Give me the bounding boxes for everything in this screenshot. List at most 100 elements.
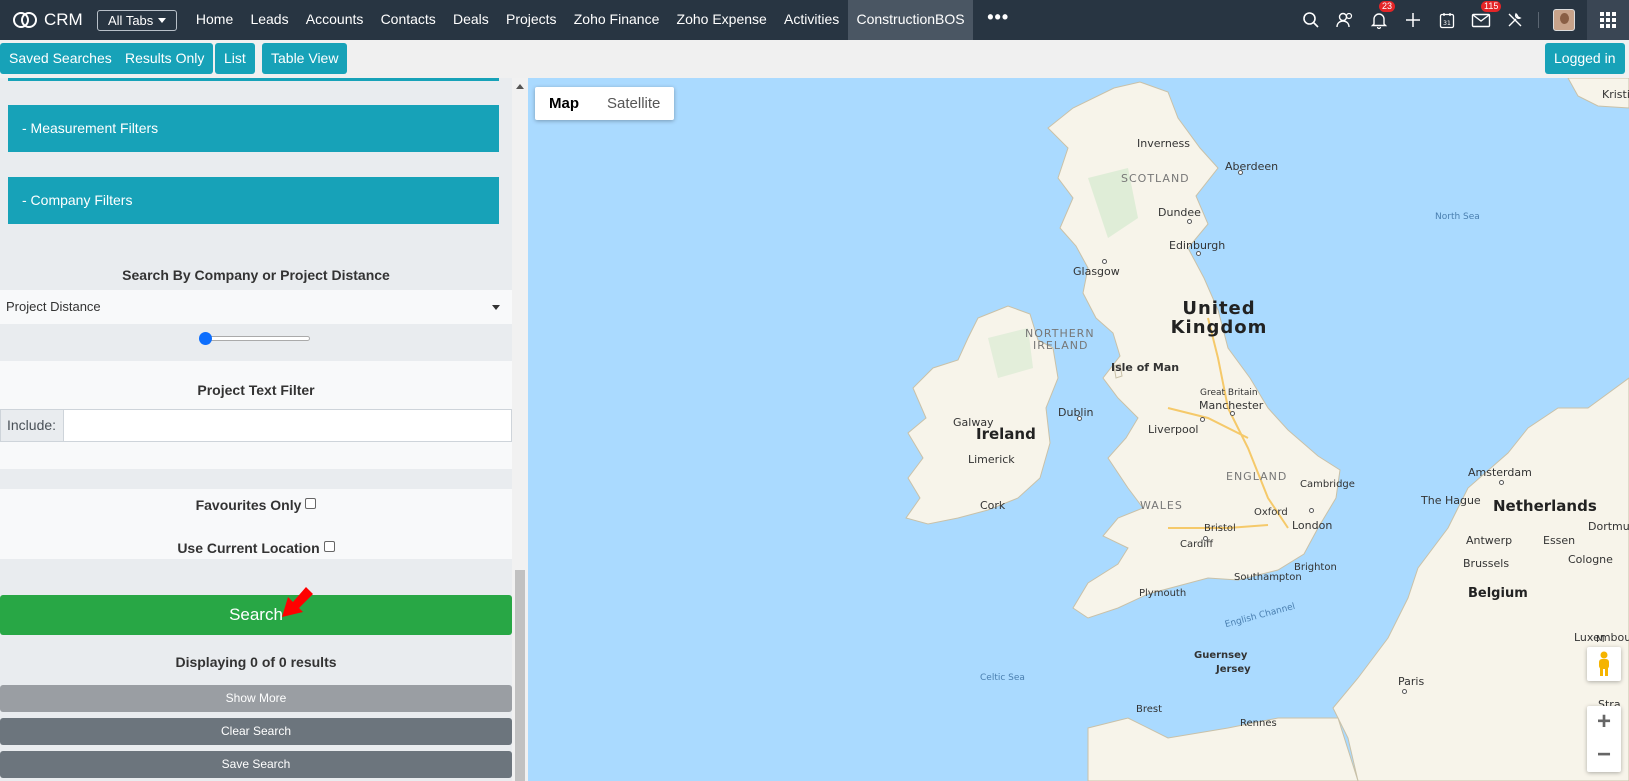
- map-label: Celtic Sea: [980, 673, 1025, 683]
- favourites-only-checkbox[interactable]: [305, 498, 317, 509]
- city-marker: [1402, 689, 1407, 694]
- plus-icon[interactable]: [1396, 0, 1430, 40]
- slider-thumb[interactable]: [199, 332, 212, 345]
- map-label: SCOTLAND: [1121, 172, 1190, 185]
- slider-track: [200, 336, 310, 341]
- more-tabs-button[interactable]: •••: [973, 0, 1023, 40]
- city-marker: [1203, 536, 1208, 541]
- map-type-map-button[interactable]: Map: [535, 87, 593, 120]
- tab-projects[interactable]: Projects: [497, 0, 565, 40]
- chevron-down-icon: [492, 305, 500, 310]
- panel-scrollbar[interactable]: [512, 78, 528, 781]
- distance-heading: Search By Company or Project Distance: [122, 267, 390, 283]
- tab-leads[interactable]: Leads: [242, 0, 297, 40]
- map[interactable]: Map Satellite Kristia Inverness Aberdeen…: [528, 78, 1629, 781]
- red-arrow-icon: [282, 587, 313, 617]
- table-view-button[interactable]: Table View: [262, 43, 348, 74]
- save-search-button[interactable]: Save Search: [0, 751, 512, 778]
- apps-grid-icon[interactable]: [1587, 0, 1629, 40]
- results-only-button[interactable]: Results Only: [116, 43, 214, 74]
- map-label: Paris: [1398, 675, 1425, 688]
- map-type-satellite-button[interactable]: Satellite: [593, 87, 674, 120]
- map-label: Essen: [1543, 534, 1576, 547]
- tab-accounts[interactable]: Accounts: [297, 0, 372, 40]
- include-input[interactable]: [64, 409, 512, 442]
- bell-icon[interactable]: 23: [1362, 0, 1396, 40]
- toolbar: Saved Searches Results Only List Table V…: [0, 40, 1629, 78]
- text-filter-heading: Project Text Filter: [197, 382, 315, 398]
- map-label: Brussels: [1463, 557, 1510, 570]
- map-label: IRELAND: [1033, 339, 1089, 352]
- show-more-button[interactable]: Show More: [0, 685, 512, 712]
- use-current-location-row: Use Current Location: [0, 540, 512, 556]
- map-label: Cork: [980, 499, 1006, 512]
- scroll-up-icon[interactable]: [516, 84, 524, 89]
- map-label: Dundee: [1158, 206, 1201, 219]
- map-label: Limerick: [968, 453, 1015, 466]
- distance-slider[interactable]: [199, 332, 310, 345]
- city-marker: [1499, 480, 1504, 485]
- panel-divider: [8, 78, 499, 81]
- tab-home[interactable]: Home: [187, 0, 242, 40]
- map-label: Brest: [1136, 704, 1163, 715]
- city-marker: [1196, 251, 1201, 256]
- search-button[interactable]: Search: [0, 595, 512, 635]
- all-tabs-label: All Tabs: [108, 12, 154, 28]
- street-view-pegman-icon[interactable]: [1587, 647, 1621, 681]
- logged-in-button[interactable]: Logged in: [1545, 43, 1625, 74]
- city-marker: [1077, 416, 1082, 421]
- favourites-only-label: Favourites Only: [195, 497, 302, 513]
- svg-text:31: 31: [1443, 20, 1451, 27]
- all-tabs-button[interactable]: All Tabs: [97, 9, 178, 31]
- mail-icon[interactable]: 115: [1464, 0, 1502, 40]
- clear-search-button[interactable]: Clear Search: [0, 718, 512, 745]
- tab-activities[interactable]: Activities: [775, 0, 847, 40]
- map-label: Cambridge: [1300, 479, 1355, 490]
- map-label: M: [1596, 634, 1605, 645]
- tab-zoho-finance[interactable]: Zoho Finance: [565, 0, 668, 40]
- measurement-filters-toggle[interactable]: - Measurement Filters: [8, 105, 499, 152]
- tab-zoho-expense[interactable]: Zoho Expense: [668, 0, 775, 40]
- list-button[interactable]: List: [215, 43, 255, 74]
- city-marker: [1200, 417, 1205, 422]
- crm-logo[interactable]: CRM: [0, 10, 88, 30]
- tools-icon[interactable]: [1498, 0, 1532, 40]
- map-landmass: [905, 78, 1629, 781]
- calendar-icon[interactable]: 31: [1430, 0, 1464, 40]
- map-label: WALES: [1140, 499, 1183, 512]
- distance-select[interactable]: Project Distance: [0, 290, 512, 324]
- results-count: Displaying 0 of 0 results: [175, 654, 337, 670]
- map-label: Dublin: [1058, 406, 1094, 419]
- zoom-in-button[interactable]: +: [1587, 706, 1621, 739]
- map-label: Kristia: [1602, 88, 1629, 101]
- contacts-icon[interactable]: [1328, 0, 1362, 40]
- map-label: ENGLAND: [1226, 470, 1288, 483]
- city-marker: [1187, 219, 1192, 224]
- company-filters-toggle[interactable]: - Company Filters: [8, 177, 499, 224]
- top-nav: CRM All Tabs Home Leads Accounts Contact…: [0, 0, 1629, 40]
- include-label: Include:: [0, 409, 64, 442]
- map-label: Oxford: [1254, 507, 1288, 518]
- nav-icons: 23 31 115: [1294, 0, 1629, 40]
- zoom-out-button[interactable]: −: [1587, 739, 1621, 772]
- tab-contacts[interactable]: Contacts: [372, 0, 444, 40]
- map-label: Aberdeen: [1225, 160, 1279, 173]
- crm-logo-icon: [13, 12, 37, 28]
- map-label: Rennes: [1240, 718, 1277, 729]
- map-label: United: [1182, 298, 1256, 319]
- map-label: Plymouth: [1139, 588, 1187, 599]
- notifications-badge: 23: [1379, 1, 1396, 12]
- scrollbar-thumb[interactable]: [515, 570, 525, 781]
- search-icon[interactable]: [1294, 0, 1328, 40]
- map-label: The Hague: [1421, 494, 1481, 507]
- use-current-location-checkbox[interactable]: [323, 541, 335, 552]
- city-marker: [1238, 170, 1243, 175]
- saved-searches-button[interactable]: Saved Searches: [0, 43, 121, 74]
- map-label: Southampton: [1234, 572, 1302, 583]
- avatar[interactable]: [1553, 9, 1575, 31]
- map-label: Netherlands: [1493, 497, 1597, 515]
- include-input-group: Include:: [0, 409, 512, 442]
- tab-constructionbos[interactable]: ConstructionBOS: [847, 0, 974, 40]
- tab-deals[interactable]: Deals: [444, 0, 497, 40]
- search-panel: - Measurement Filters - Company Filters …: [0, 78, 528, 781]
